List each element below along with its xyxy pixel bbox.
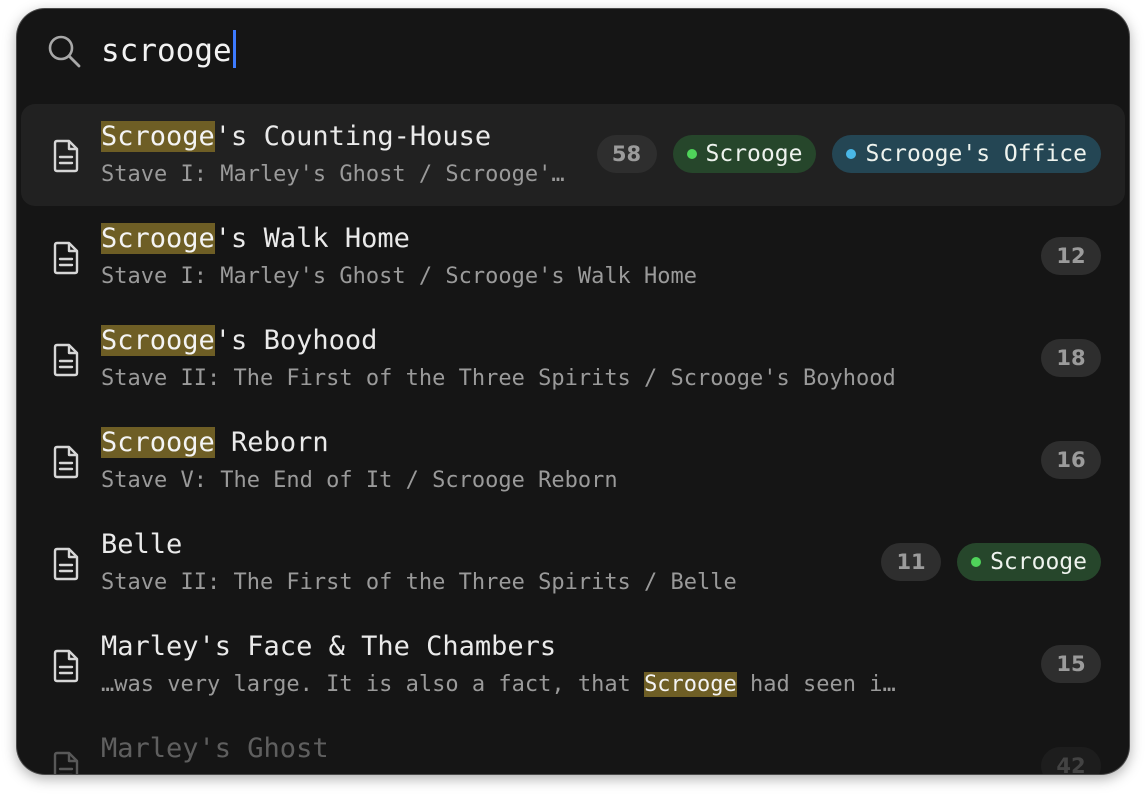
document-icon [52,751,80,774]
match-highlight: Scrooge [101,223,215,254]
command-palette: scrooge Scrooge's Counting-House Stave I:… [17,9,1129,774]
tag-label: Scrooge [705,141,803,167]
result-row[interactable]: Scrooge's Counting-House Stave I: Marley'… [21,104,1125,206]
result-title: Scrooge's Counting-House [101,120,491,154]
tag-label: Scrooge [990,549,1087,575]
tag-dot-icon [686,149,697,159]
result-row[interactable]: Marley's Face & The Chambers …was very la… [21,614,1125,716]
result-meta: 18 [1041,339,1101,377]
result-row[interactable]: Marley's Ghost 42 [21,716,1125,774]
result-path: …was very large. It is also a fact, that… [101,670,896,700]
tag-chip[interactable]: Scrooge [672,135,817,173]
text-segment: Marley's Ghost [101,733,329,764]
text-segment: Belle [101,529,183,560]
result-title: Scrooge's Boyhood [101,324,377,358]
tag-dot-icon [846,149,857,159]
result-path: Stave V: The End of It / Scrooge Reborn [101,466,618,496]
result-meta: 42 [1041,747,1101,774]
match-highlight: Scrooge [101,121,215,152]
document-icon [52,241,80,275]
document-icon [52,343,80,377]
result-title: Belle [101,528,182,562]
count-badge: 12 [1041,237,1101,275]
document-icon [52,547,80,581]
result-path: Stave II: The First of the Three Spirits… [101,364,896,394]
result-meta: 12 [1041,237,1101,275]
text-segment: had seen i… [736,672,896,697]
results-list: Scrooge's Counting-House Stave I: Marley'… [17,104,1129,774]
count-badge: 11 [881,543,942,581]
count-badge: 42 [1041,747,1101,774]
result-meta: 58 Scrooge Scrooge's Office [596,135,1101,173]
tag-dot-icon [971,557,982,567]
text-caret [232,30,236,68]
result-meta: 16 [1041,441,1101,479]
result-meta: 11 Scrooge [881,543,1101,581]
count-badge: 16 [1041,441,1101,479]
result-path: Stave I: Marley's Ghost / Scrooge's Walk… [101,262,697,292]
text-segment: Stave I: Marley's Ghost / Scrooge's Walk… [101,264,698,289]
document-icon [52,445,80,479]
document-icon [52,139,80,173]
text-segment: 's Counting-House [214,121,492,152]
text-segment: Stave V: The End of It / Scrooge Reborn [101,468,618,493]
match-highlight: Scrooge [101,427,215,458]
text-segment: Stave I: Marley's Ghost / Scrooge'… [101,162,565,187]
result-row[interactable]: Belle Stave II: The First of the Three Sp… [21,512,1125,614]
result-row[interactable]: Scrooge's Walk Home Stave I: Marley's Gho… [21,206,1125,308]
text-segment: Stave II: The First of the Three Spirits… [101,366,896,391]
match-highlight: Scrooge [644,672,737,697]
text-segment: …was very large. It is also a fact, that [101,672,645,697]
result-row[interactable]: Scrooge's Boyhood Stave II: The First of … [21,308,1125,410]
count-badge: 15 [1041,645,1101,683]
text-segment: 's Boyhood [214,325,378,356]
search-icon [48,35,81,68]
search-input[interactable]: scrooge [101,30,236,71]
search-query: scrooge [101,33,232,69]
result-path: Stave I: Marley's Ghost / Scrooge'… [101,160,565,190]
result-title: Marley's Face & The Chambers [101,630,556,664]
match-highlight: Scrooge [101,325,215,356]
result-meta: 15 [1041,645,1101,683]
result-path: Stave II: The First of the Three Spirits… [101,568,737,598]
search-bar[interactable]: scrooge [17,9,1129,95]
tag-label: Scrooge's Office [865,141,1087,167]
result-title: Marley's Ghost [101,732,329,766]
result-title: Scrooge's Walk Home [101,222,410,256]
tag-chip[interactable]: Scrooge [957,543,1101,581]
count-badge: 18 [1041,339,1101,377]
text-segment: 's Walk Home [214,223,410,254]
document-icon [52,649,80,683]
result-title: Scrooge Reborn [101,426,329,460]
count-badge: 58 [596,135,657,173]
tag-chip[interactable]: Scrooge's Office [832,135,1101,173]
text-segment: Marley's Face & The Chambers [101,631,557,662]
text-segment: Stave II: The First of the Three Spirits… [101,570,737,595]
result-row[interactable]: Scrooge Reborn Stave V: The End of It / S… [21,410,1125,512]
text-segment: Reborn [214,427,329,458]
